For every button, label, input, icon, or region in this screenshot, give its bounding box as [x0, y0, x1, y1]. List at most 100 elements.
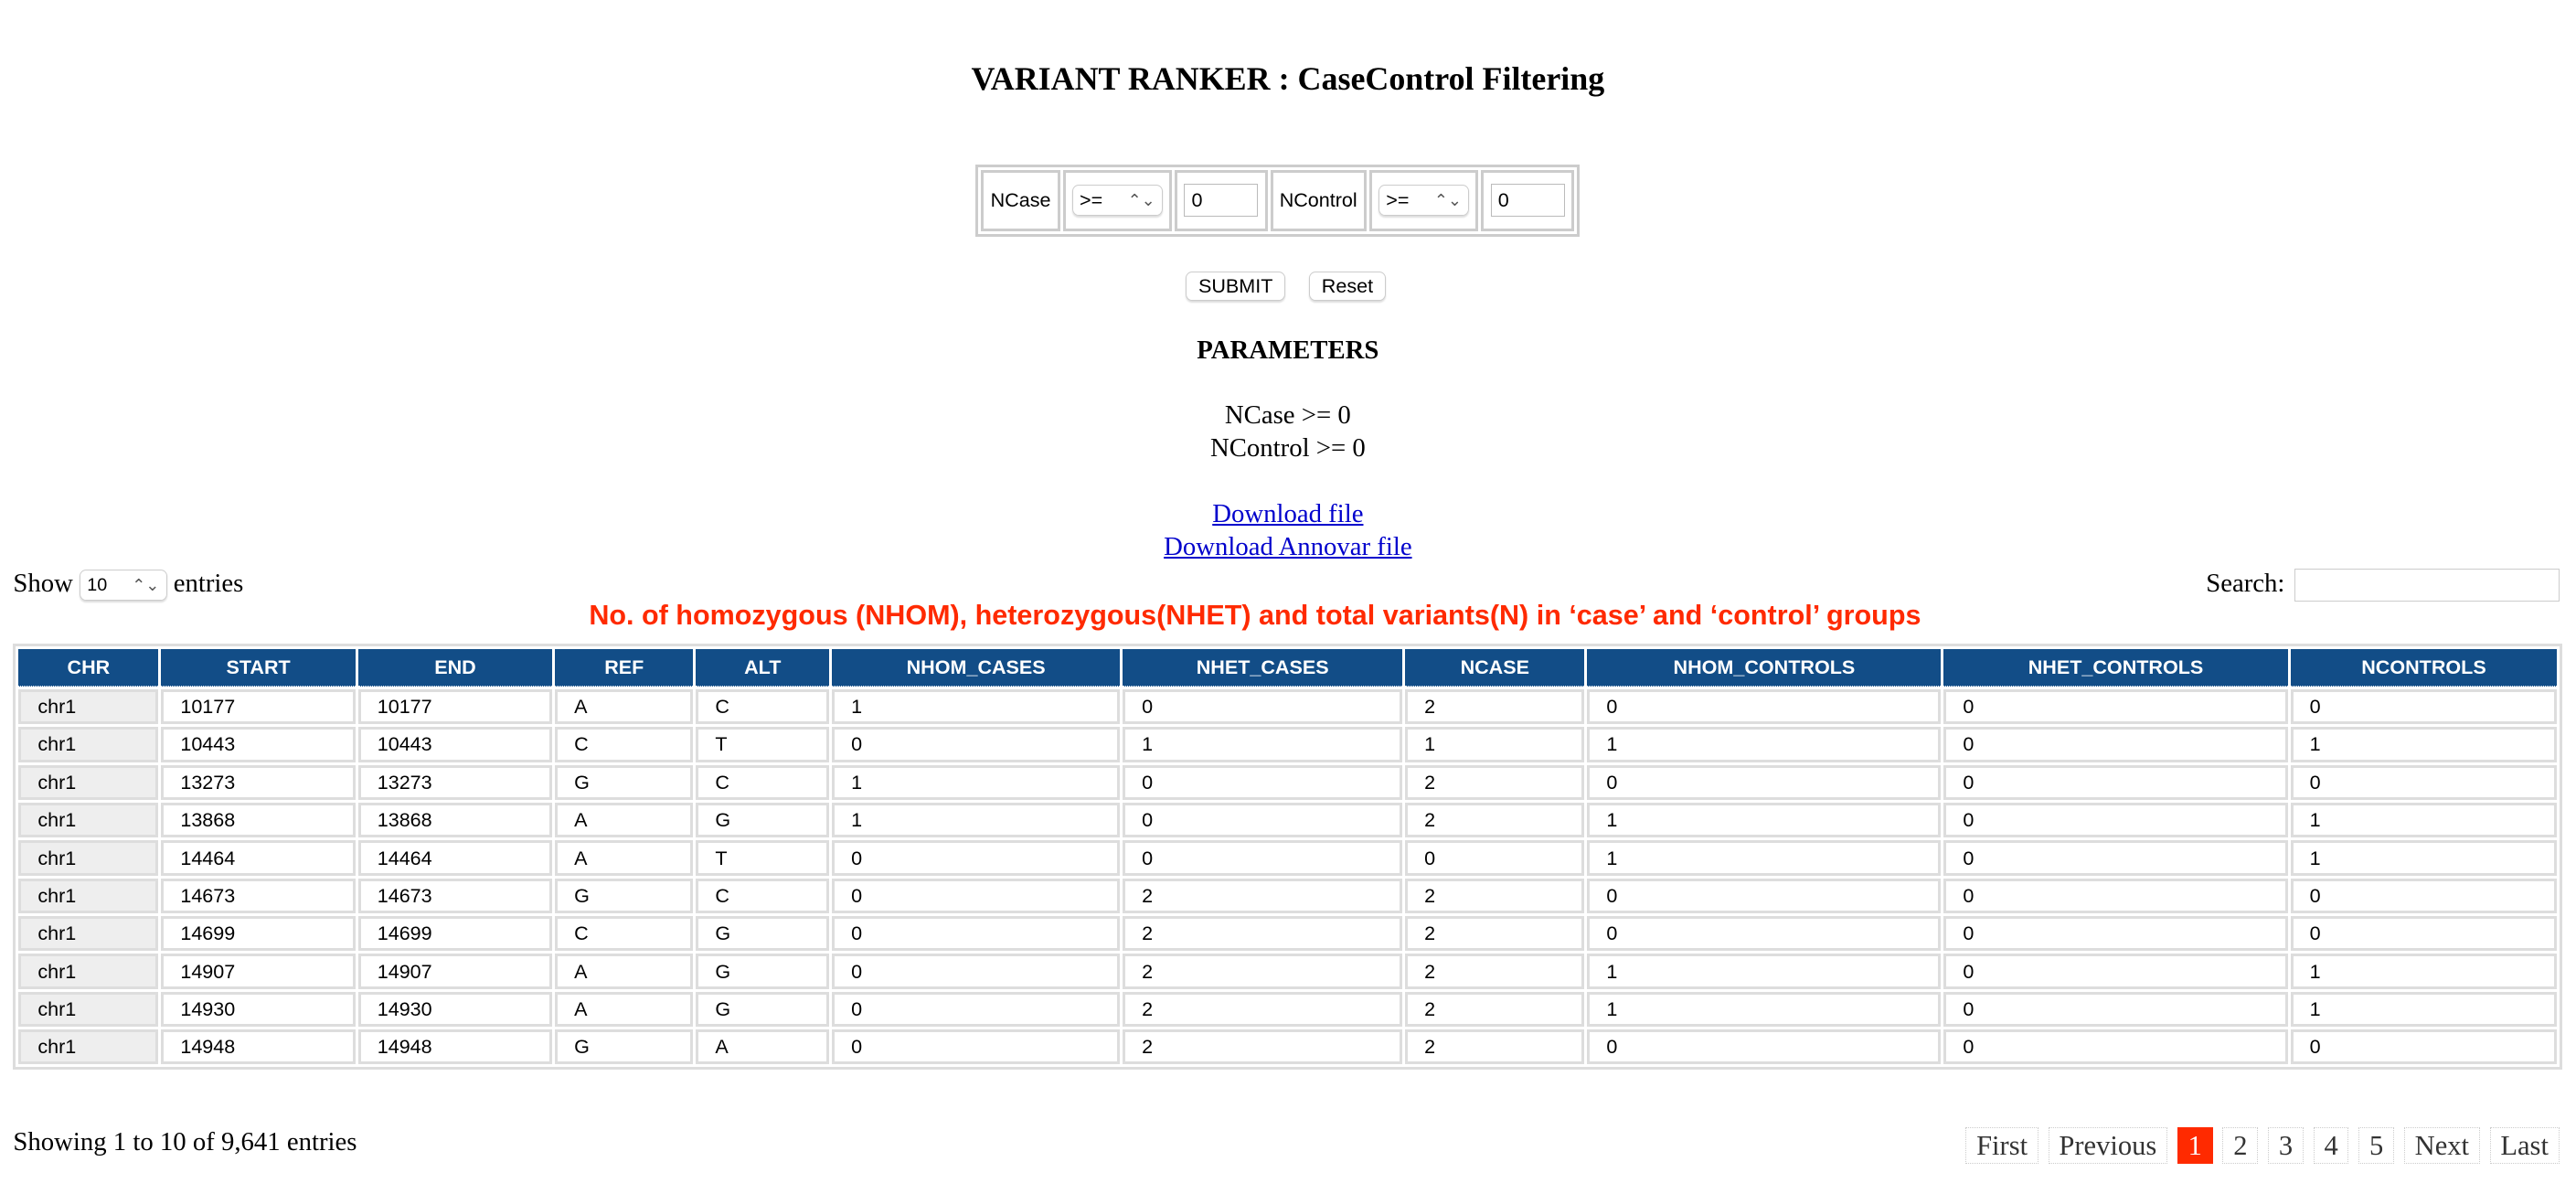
cell-alt: T [696, 840, 830, 876]
cell-ncase: 2 [1405, 764, 1585, 800]
cell-ref: A [555, 840, 694, 876]
cell-chr: chr1 [18, 916, 159, 952]
page-button-1[interactable]: 1 [2177, 1126, 2213, 1165]
cell-end: 14699 [357, 916, 553, 952]
cell-nhet-controls: 0 [1943, 991, 2288, 1028]
cell-ref: G [555, 878, 694, 914]
column-header-start[interactable]: START [161, 649, 356, 687]
search-input[interactable] [2294, 569, 2560, 602]
cell-ncase: 1 [1405, 727, 1585, 762]
column-header-nhet-controls[interactable]: NHET_CONTROLS [1943, 649, 2288, 687]
cell-nhet-controls: 0 [1943, 840, 2288, 876]
cell-end: 10177 [357, 688, 553, 725]
page-length-select[interactable]: 10 ⌃⌄ [80, 569, 167, 602]
cell-start: 14699 [161, 916, 356, 952]
reset-button[interactable]: Reset [1309, 271, 1386, 302]
cell-ref: C [555, 916, 694, 952]
download-annovar-link[interactable]: Download Annovar file [1164, 532, 1411, 561]
table-row: chr1 14464 14464 A T 0 0 0 1 0 1 [18, 840, 2558, 876]
variants-table: CHR START END REF ALT NHOM_CASES NHET_CASES NCA… [13, 644, 2563, 1071]
cell-nhet-cases: 1 [1123, 727, 1403, 762]
column-header-ncase[interactable]: NCASE [1405, 649, 1585, 687]
cell-ncase: 2 [1405, 802, 1585, 838]
cell-nhom-cases: 0 [832, 991, 1121, 1028]
cell-alt: T [696, 727, 830, 762]
cell-nhom-controls: 1 [1587, 954, 1942, 989]
cell-nhom-controls: 1 [1587, 840, 1942, 876]
parameter-ncontrol: NControl >= 0 [1209, 433, 1366, 464]
column-header-ncontrols[interactable]: NCONTROLS [2290, 649, 2558, 687]
cell-ref: A [555, 688, 694, 725]
column-header-end[interactable]: END [357, 649, 553, 687]
table-info: Showing 1 to 10 of 9,641 entries [13, 1126, 357, 1156]
page-button-last[interactable]: Last [2489, 1126, 2560, 1165]
cell-nhom-cases: 0 [832, 840, 1121, 876]
parameters-heading: PARAMETERS [1197, 335, 1379, 365]
cell-end: 14907 [357, 954, 553, 989]
entries-label: entries [173, 568, 244, 598]
filter-form: NCase >= ⌃⌄ 0 NControl >= ⌃⌄ 0 [975, 164, 1580, 237]
cell-nhom-cases: 1 [832, 688, 1121, 725]
ncontrol-label: NControl [1270, 169, 1367, 231]
table-row: chr1 14930 14930 A G 0 2 2 1 0 1 [18, 991, 2558, 1028]
column-header-nhet-cases[interactable]: NHET_CASES [1123, 649, 1403, 687]
column-header-ref[interactable]: REF [555, 649, 694, 687]
cell-end: 13273 [357, 764, 553, 800]
show-label: Show [13, 568, 73, 598]
cell-nhom-controls: 0 [1587, 688, 1942, 725]
cell-end: 14464 [357, 840, 553, 876]
cell-chr: chr1 [18, 878, 159, 914]
cell-alt: G [696, 991, 830, 1028]
cell-ref: A [555, 954, 694, 989]
cell-ncase: 2 [1405, 1029, 1585, 1065]
page-button-2[interactable]: 2 [2222, 1126, 2259, 1165]
page-button-5[interactable]: 5 [2358, 1126, 2395, 1165]
column-header-alt[interactable]: ALT [696, 649, 830, 687]
column-header-chr[interactable]: CHR [18, 649, 159, 687]
cell-end: 13868 [357, 802, 553, 838]
page-button-4[interactable]: 4 [2313, 1126, 2349, 1165]
table-row: chr1 13868 13868 A G 1 0 2 1 0 1 [18, 802, 2558, 838]
cell-chr: chr1 [18, 991, 159, 1028]
column-header-nhom-cases[interactable]: NHOM_CASES [832, 649, 1121, 687]
cell-chr: chr1 [18, 688, 159, 725]
cell-end: 14930 [357, 991, 553, 1028]
ncase-input[interactable]: 0 [1184, 184, 1259, 218]
cell-ncontrols: 1 [2290, 991, 2558, 1028]
ncontrol-operator-select[interactable]: >= ⌃⌄ [1378, 185, 1470, 217]
cell-nhet-cases: 2 [1123, 1029, 1403, 1065]
cell-end: 10443 [357, 727, 553, 762]
page-title: VARIANT RANKER : CaseControl Filtering [971, 59, 1605, 97]
cell-alt: G [696, 802, 830, 838]
cell-nhet-controls: 0 [1943, 878, 2288, 914]
cell-nhom-controls: 1 [1587, 991, 1942, 1028]
cell-chr: chr1 [18, 802, 159, 838]
cell-ncontrols: 0 [2290, 878, 2558, 914]
cell-ncase: 2 [1405, 878, 1585, 914]
cell-nhet-controls: 0 [1943, 688, 2288, 725]
ncase-operator-select[interactable]: >= ⌃⌄ [1071, 185, 1163, 217]
page-button-previous[interactable]: Previous [2048, 1126, 2168, 1165]
ncontrol-input[interactable]: 0 [1490, 184, 1565, 218]
table-caption: No. of homozygous (NHOM), heterozygous(N… [589, 599, 1921, 631]
cell-nhom-controls: 0 [1587, 1029, 1942, 1065]
table-row: chr1 14673 14673 G C 0 2 2 0 0 0 [18, 878, 2558, 914]
cell-ref: A [555, 802, 694, 838]
column-header-nhom-controls[interactable]: NHOM_CONTROLS [1587, 649, 1942, 687]
download-file-link[interactable]: Download file [1212, 499, 1363, 528]
search-label: Search: [2206, 568, 2285, 598]
table-row: chr1 14907 14907 A G 0 2 2 1 0 1 [18, 954, 2558, 989]
cell-ncontrols: 0 [2290, 1029, 2558, 1065]
cell-ncontrols: 1 [2290, 727, 2558, 762]
cell-ncontrols: 1 [2290, 840, 2558, 876]
cell-ncontrols: 0 [2290, 764, 2558, 800]
cell-nhet-cases: 0 [1123, 802, 1403, 838]
page-button-first[interactable]: First [1965, 1126, 2038, 1165]
submit-button[interactable]: SUBMIT [1186, 271, 1285, 302]
page-button-next[interactable]: Next [2403, 1126, 2480, 1165]
page-button-3[interactable]: 3 [2268, 1126, 2304, 1165]
cell-ncase: 0 [1405, 840, 1585, 876]
cell-ref: A [555, 991, 694, 1028]
cell-nhet-cases: 2 [1123, 916, 1403, 952]
cell-chr: chr1 [18, 954, 159, 989]
